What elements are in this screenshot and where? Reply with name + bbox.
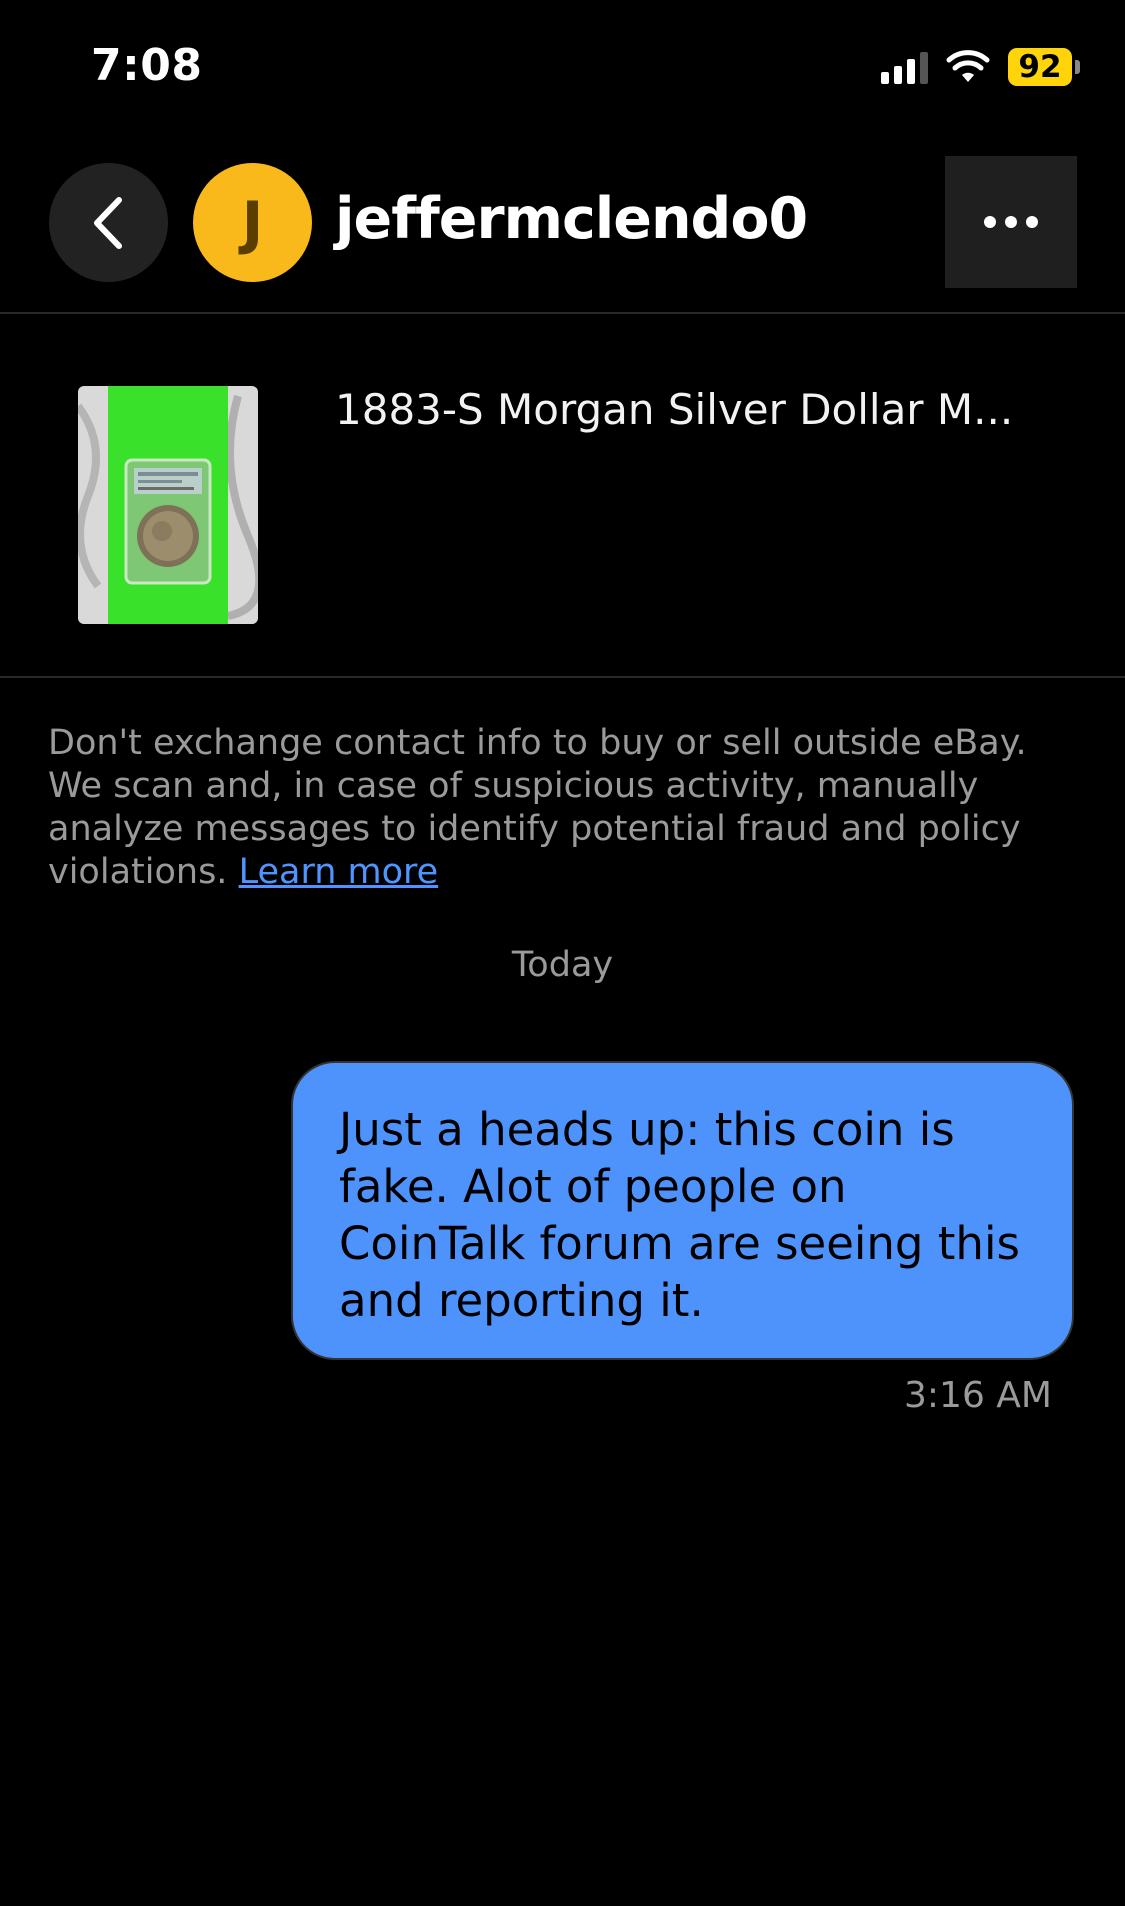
- safety-notice: Don't exchange contact info to buy or se…: [48, 722, 1078, 894]
- chevron-left-icon: [93, 196, 122, 249]
- ellipsis-icon: [984, 216, 996, 228]
- cellular-signal-icon: [881, 50, 928, 84]
- item-divider: [0, 676, 1125, 678]
- learn-more-link[interactable]: Learn more: [239, 852, 439, 892]
- message-bubble[interactable]: Just a heads up: this coin is fake. Alot…: [291, 1061, 1074, 1360]
- battery-icon: 92: [1008, 48, 1080, 86]
- date-separator: Today: [511, 945, 614, 985]
- status-indicators: 92: [881, 48, 1080, 86]
- more-options-button[interactable]: [945, 156, 1077, 288]
- header-divider: [0, 312, 1125, 314]
- coin-slab-image: [78, 386, 258, 624]
- status-time: 7:08: [91, 40, 203, 91]
- battery-level: 92: [1008, 48, 1072, 86]
- safety-notice-text: Don't exchange contact info to buy or se…: [48, 723, 1027, 892]
- item-thumbnail[interactable]: [78, 386, 258, 624]
- avatar[interactable]: J: [193, 163, 312, 282]
- back-button[interactable]: [49, 163, 168, 282]
- username[interactable]: jeffermclendo0: [335, 186, 808, 252]
- item-title[interactable]: 1883-S Morgan Silver Dollar M...: [335, 385, 1013, 434]
- wifi-icon: [946, 50, 990, 82]
- message-timestamp: 3:16 AM: [904, 1375, 1052, 1416]
